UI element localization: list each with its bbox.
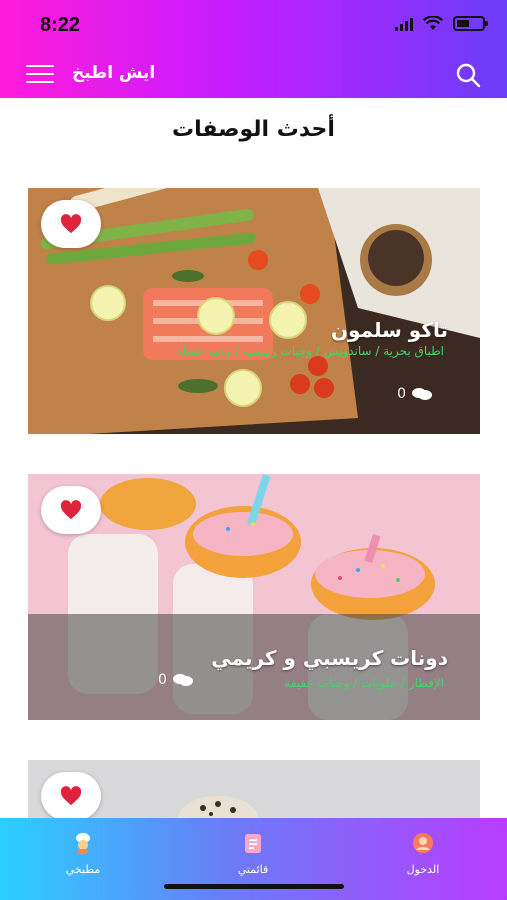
app-header: 8:22 ايش اطبخ [0, 0, 507, 98]
menu-button[interactable] [26, 65, 54, 83]
status-icons [395, 16, 488, 31]
chef-icon [76, 833, 90, 854]
heart-icon [60, 214, 82, 234]
tab-login[interactable]: الدخول [378, 832, 468, 876]
comments-icon [172, 674, 193, 686]
comments-count[interactable]: 0 [158, 672, 193, 688]
favorite-button[interactable] [41, 486, 101, 534]
recipe-card[interactable]: تاكو سلمون اطباق بحرية / ساندويش / وجبات… [28, 188, 480, 434]
status-time: 8:22 [40, 14, 81, 36]
search-icon[interactable] [455, 62, 481, 88]
wifi-icon [423, 16, 443, 30]
tab-label: الدخول [406, 863, 440, 876]
tab-my-kitchen[interactable]: مطبخي [38, 832, 128, 876]
recipe-categories[interactable]: اطباق بحرية / ساندويش / وجبات رئيسية / و… [144, 342, 444, 360]
favorite-button[interactable] [41, 772, 101, 818]
tab-my-list[interactable]: قائمتي [208, 832, 298, 876]
recipe-title[interactable]: تاكو سلمون [331, 318, 448, 342]
recipe-card[interactable] [28, 760, 480, 818]
tab-label: مطبخي [65, 863, 101, 876]
app-title: ايش اطبخ [72, 63, 156, 83]
recipe-categories[interactable]: الإفطار / حلويات / وجبات خفيفة [184, 674, 444, 692]
battery-icon [453, 16, 488, 31]
tab-label: قائمتي [237, 863, 269, 876]
login-icon [413, 833, 433, 853]
comments-count-value: 0 [397, 386, 406, 402]
comments-count[interactable]: 0 [397, 386, 432, 402]
cellular-signal-icon [395, 17, 413, 31]
home-indicator [164, 884, 344, 889]
heart-icon [60, 500, 82, 520]
comments-count-value: 0 [158, 672, 167, 688]
list-icon [245, 834, 261, 853]
recipe-card[interactable]: دونات كريسبي و كريمي الإفطار / حلويات / … [28, 474, 480, 720]
heart-icon [60, 786, 82, 806]
recipe-title[interactable]: دونات كريسبي و كريمي [211, 646, 448, 670]
section-title: أحدث الوصفات [172, 117, 335, 142]
comments-icon [412, 388, 432, 400]
favorite-button[interactable] [41, 200, 101, 248]
